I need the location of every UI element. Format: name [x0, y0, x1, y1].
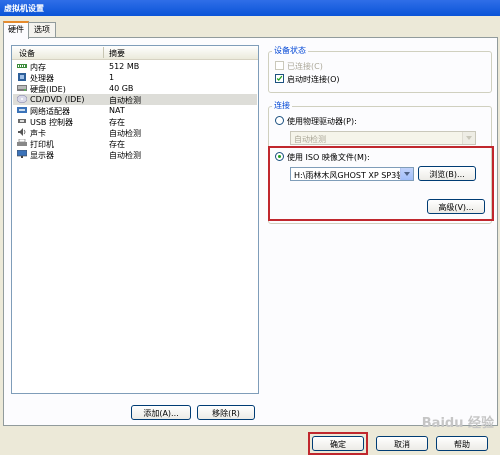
- cd-dvd-icon: [17, 95, 27, 103]
- printer-icon: [17, 139, 27, 146]
- connect-at-power-on-label: 启动时连接(O): [287, 75, 340, 84]
- device-row-display[interactable]: 显示器 自动检测: [13, 149, 257, 160]
- network-adapter-icon: [17, 107, 27, 113]
- ok-highlight-box: [308, 432, 368, 455]
- device-row-processor[interactable]: 处理器 1: [13, 72, 257, 83]
- device-row-sound-card[interactable]: 声卡 自动检测: [13, 127, 257, 138]
- help-button[interactable]: 帮助: [436, 436, 488, 451]
- watermark: Baidu 经验: [421, 416, 494, 431]
- remove-device-button[interactable]: 移除(R): [197, 405, 255, 420]
- iso-highlight-box: [268, 146, 494, 221]
- connection-title: 连接: [272, 100, 292, 111]
- column-header-device[interactable]: 设备: [19, 48, 35, 59]
- device-list[interactable]: 设备 摘要 内存 512 MB 处理器 1 硬盘(IDE) 40 GB CD/D…: [11, 45, 259, 394]
- physical-drive-select[interactable]: 自动检测: [290, 131, 476, 145]
- physical-drive-value: 自动检测: [294, 135, 326, 144]
- device-name: 显示器: [30, 151, 54, 160]
- device-summary: 自动检测: [109, 151, 141, 160]
- connected-label: 已连接(C): [287, 62, 323, 71]
- title-bar: 虚拟机设置: [0, 0, 500, 16]
- column-header-summary[interactable]: 摘要: [109, 48, 125, 59]
- chevron-down-icon[interactable]: [462, 132, 475, 144]
- device-row-usb[interactable]: USB 控制器 存在: [13, 116, 257, 127]
- tab-hardware[interactable]: 硬件: [3, 21, 29, 39]
- device-row-hard-disk[interactable]: 硬盘(IDE) 40 GB: [13, 83, 257, 94]
- device-row-printer[interactable]: 打印机 存在: [13, 138, 257, 149]
- add-device-button[interactable]: 添加(A)...: [131, 405, 191, 420]
- checkmark-icon: [276, 75, 283, 81]
- connected-checkbox[interactable]: [275, 61, 284, 70]
- device-status-group: [268, 51, 492, 93]
- device-summary: 40 GB: [109, 84, 134, 93]
- device-summary: 512 MB: [109, 62, 140, 71]
- device-summary: NAT: [109, 106, 125, 115]
- device-status-title: 设备状态: [272, 45, 308, 56]
- physical-drive-label: 使用物理驱动器(P):: [287, 117, 357, 126]
- usb-icon: [18, 119, 26, 123]
- connect-at-power-on-checkbox[interactable]: [275, 74, 284, 83]
- tab-options[interactable]: 选项: [28, 22, 56, 37]
- memory-icon: [17, 64, 27, 68]
- device-row-network-adapter[interactable]: 网络适配器 NAT: [13, 105, 257, 116]
- display-icon: [17, 150, 27, 158]
- device-name: CD/DVD (IDE): [30, 95, 85, 104]
- device-summary: 1: [109, 73, 115, 82]
- cancel-button[interactable]: 取消: [376, 436, 428, 451]
- device-row-memory[interactable]: 内存 512 MB: [13, 61, 257, 72]
- column-divider[interactable]: [103, 47, 104, 58]
- sound-card-icon: [18, 128, 26, 136]
- window-title: 虚拟机设置: [4, 4, 44, 13]
- device-list-header: 设备 摘要: [12, 46, 258, 60]
- hard-disk-icon: [17, 85, 27, 91]
- physical-drive-radio[interactable]: [275, 116, 284, 125]
- processor-icon: [18, 73, 26, 81]
- device-row-cd-dvd[interactable]: CD/DVD (IDE) 自动检测: [13, 94, 257, 105]
